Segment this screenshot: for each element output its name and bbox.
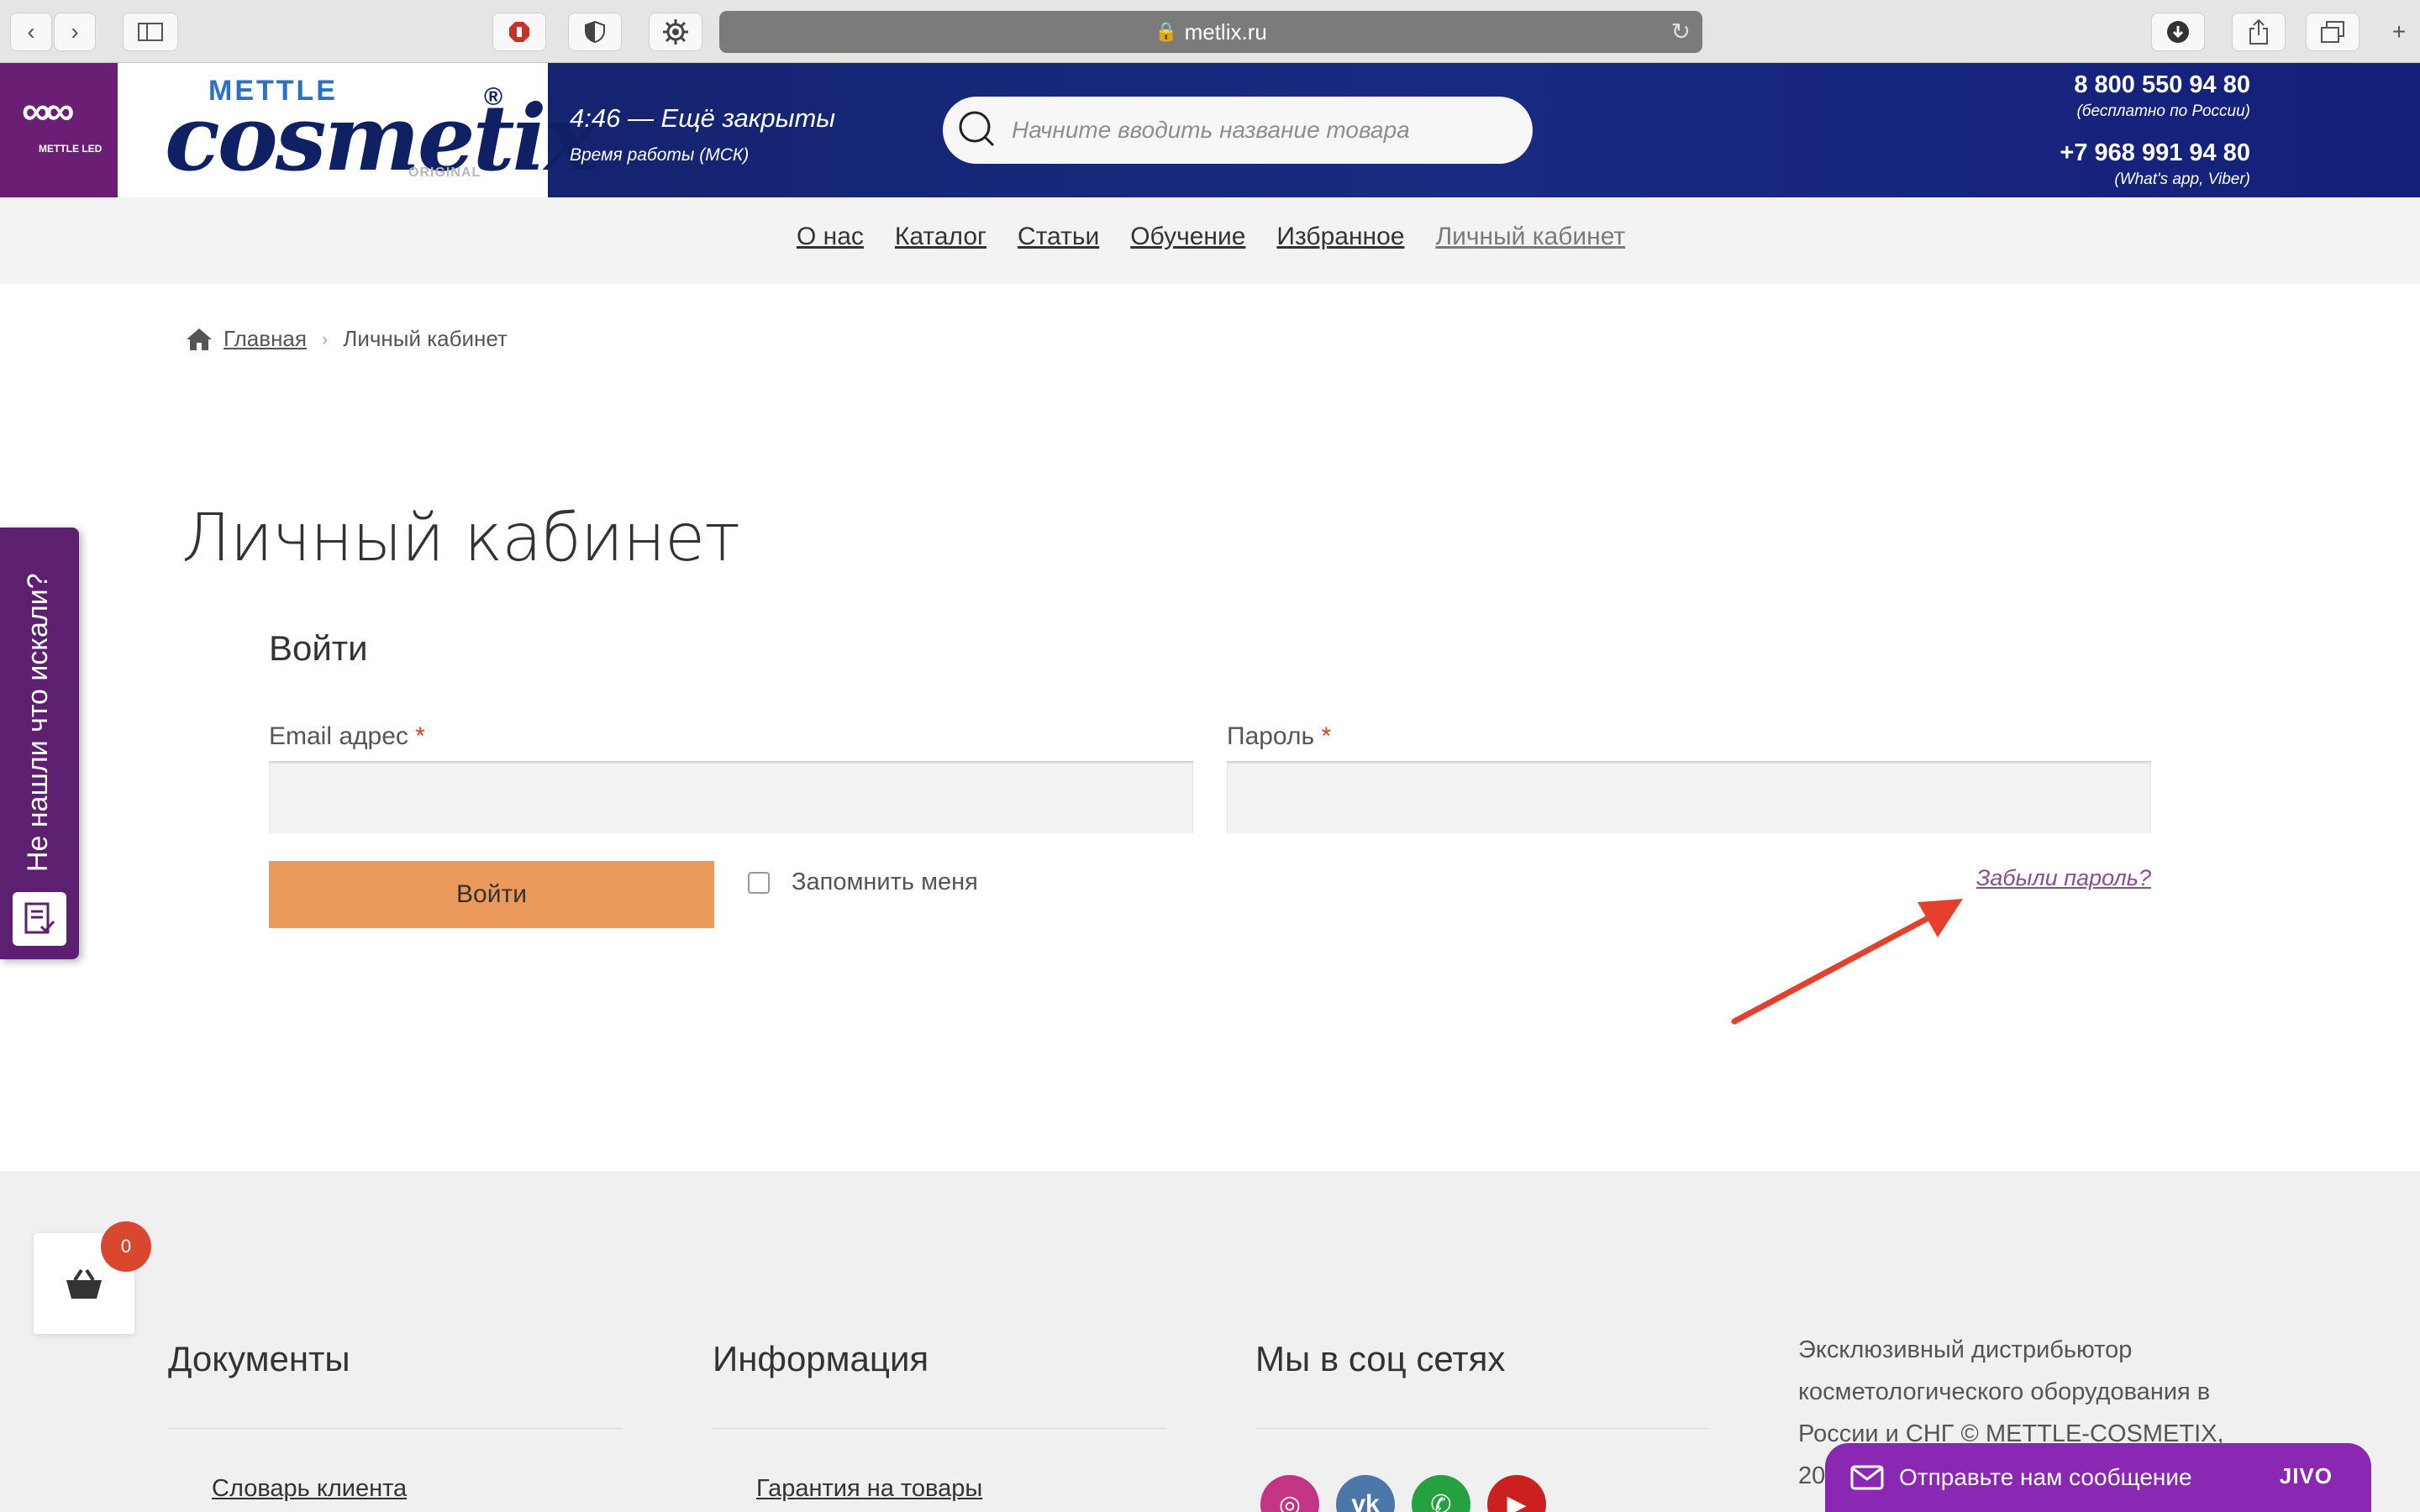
email-field[interactable] bbox=[269, 761, 1193, 833]
footer-col-social: Мы в соц сетях bbox=[1255, 1339, 1505, 1379]
side-tab-label: Не нашли что искали? bbox=[22, 573, 54, 872]
search-input[interactable] bbox=[1012, 108, 1507, 152]
lock-icon: 🔒 bbox=[1155, 21, 1178, 42]
led-logo-text: METTLE LED bbox=[39, 143, 103, 155]
required-mark: * bbox=[1321, 722, 1332, 750]
forgot-password-link[interactable]: Забыли пароль? bbox=[1976, 865, 2151, 891]
address-bar[interactable]: 🔒 metlix.ru ↻ bbox=[719, 11, 1702, 53]
search-box bbox=[943, 97, 1533, 164]
cart-button[interactable]: 0 bbox=[34, 1221, 151, 1334]
login-button[interactable]: Войти bbox=[269, 861, 714, 928]
share-icon bbox=[2249, 19, 2268, 45]
footer-col-title: Мы в соц сетях bbox=[1255, 1339, 1506, 1378]
phone-free[interactable]: 8 800 550 94 80 bbox=[2060, 71, 2250, 99]
cosmetix-logo[interactable]: METTLE cosmetix ® ORIGINAL bbox=[118, 63, 598, 197]
divider bbox=[168, 1428, 622, 1429]
about-line: Эксклюзивный дистрибьютор bbox=[1798, 1336, 2133, 1363]
nav-item-catalog[interactable]: Каталог bbox=[895, 223, 986, 250]
site-header: ∞∞ METTLE LED METTLE cosmetix ® ORIGINAL… bbox=[0, 63, 2420, 197]
remember-me[interactable]: Запомнить меня bbox=[748, 869, 978, 896]
breadcrumb-separator: › bbox=[321, 328, 329, 349]
breadcrumb-home-link[interactable]: Главная bbox=[224, 326, 307, 352]
cart-count-badge: 0 bbox=[101, 1221, 151, 1272]
settings-extension-button[interactable] bbox=[649, 13, 702, 51]
phone-free-note: (бесплатно по России) bbox=[2076, 102, 2250, 120]
page-title: Личный кабинет bbox=[182, 501, 740, 576]
email-label-text: Email адрес bbox=[269, 722, 408, 750]
jivo-logo: JIVO bbox=[2279, 1463, 2333, 1488]
about-line: косметологического оборудования в bbox=[1798, 1378, 2211, 1405]
reload-icon[interactable]: ↻ bbox=[1671, 18, 1691, 45]
checklist-icon bbox=[13, 892, 66, 946]
new-tab-button[interactable]: + bbox=[2378, 13, 2420, 51]
chat-widget-button[interactable]: Отправьте нам сообщение JIVO bbox=[1825, 1443, 2371, 1512]
footer-link-glossary[interactable]: Словарь клиента bbox=[212, 1475, 407, 1503]
footer-col-title: Информация bbox=[713, 1339, 929, 1378]
download-icon bbox=[2167, 21, 2189, 43]
sidebar-toggle-button[interactable] bbox=[123, 13, 178, 51]
privacy-extension-button[interactable] bbox=[568, 13, 622, 51]
chat-widget-label: Отправьте нам сообщение bbox=[1899, 1464, 2192, 1490]
password-label: Пароль * bbox=[1227, 722, 1331, 751]
adblock-extension-button[interactable] bbox=[492, 13, 546, 51]
home-icon[interactable] bbox=[185, 327, 213, 352]
hours-note: Время работы (МСК) bbox=[570, 145, 750, 165]
basket-icon bbox=[66, 1268, 102, 1299]
email-label: Email адрес * bbox=[269, 722, 425, 751]
breadcrumb-current: Личный кабинет bbox=[343, 326, 508, 351]
footer-col-title: Документы bbox=[168, 1339, 350, 1378]
login-heading: Войти bbox=[269, 628, 368, 668]
logo-registered-mark: ® bbox=[484, 83, 503, 111]
stop-hand-icon bbox=[509, 22, 529, 42]
remember-label: Запомнить меня bbox=[792, 869, 978, 895]
footer-col-info: Информация bbox=[713, 1339, 929, 1379]
gear-icon bbox=[663, 19, 688, 45]
phone-messenger[interactable]: +7 968 991 94 80 bbox=[2060, 139, 2250, 167]
shield-icon bbox=[585, 21, 605, 43]
logo-sub-text: ORIGINAL bbox=[408, 165, 481, 180]
search-icon[interactable] bbox=[956, 108, 998, 150]
footer-col-documents: Документы bbox=[168, 1339, 350, 1379]
password-label-text: Пароль bbox=[1227, 722, 1315, 750]
feedback-side-tab[interactable]: Не нашли что искали? bbox=[0, 528, 79, 959]
mettle-led-logo[interactable]: ∞∞ METTLE LED bbox=[0, 63, 118, 197]
tabs-icon bbox=[2321, 21, 2344, 43]
working-hours: 4:46 — Ещё закрыты Время работы (МСК) bbox=[570, 103, 835, 165]
address-text: metlix.ru bbox=[1184, 18, 1267, 45]
contact-phones: 8 800 550 94 80 (бесплатно по России) +7… bbox=[2060, 71, 2250, 189]
breadcrumb: Главная › Личный кабинет bbox=[185, 326, 508, 352]
tabs-overview-button[interactable] bbox=[2306, 13, 2360, 51]
nav-item-about[interactable]: О нас bbox=[797, 223, 864, 250]
phone-messenger-note: (What's app, Viber) bbox=[2114, 171, 2250, 188]
sidebar-icon bbox=[138, 23, 163, 41]
infinity-logo-icon: ∞∞ bbox=[22, 89, 74, 134]
nav-item-training[interactable]: Обучение bbox=[1130, 223, 1245, 250]
remember-checkbox[interactable] bbox=[748, 871, 770, 894]
main-nav: О нас Каталог Статьи Обучение Избранное … bbox=[0, 197, 2420, 284]
required-mark: * bbox=[415, 722, 425, 750]
forward-button[interactable]: › bbox=[54, 13, 96, 51]
browser-toolbar: ‹ › 🔒 metlix.ru ↻ + bbox=[0, 0, 2420, 63]
divider bbox=[713, 1428, 1166, 1429]
footer-link-warranty[interactable]: Гарантия на товары bbox=[756, 1475, 982, 1503]
downloads-button[interactable] bbox=[2151, 13, 2205, 51]
divider bbox=[1255, 1428, 1709, 1429]
password-field[interactable] bbox=[1227, 761, 2151, 833]
nav-item-favorites[interactable]: Избранное bbox=[1276, 223, 1404, 250]
nav-item-articles[interactable]: Статьи bbox=[1018, 223, 1099, 250]
envelope-icon bbox=[1850, 1465, 1884, 1490]
nav-item-account[interactable]: Личный кабинет bbox=[1435, 223, 1625, 250]
annotation-arrow bbox=[1731, 899, 1963, 1025]
hours-status: 4:46 — Ещё закрыты bbox=[570, 103, 836, 133]
back-button[interactable]: ‹ bbox=[10, 13, 52, 51]
share-button[interactable] bbox=[2232, 13, 2286, 51]
logo-main-text: cosmetix bbox=[165, 86, 598, 192]
